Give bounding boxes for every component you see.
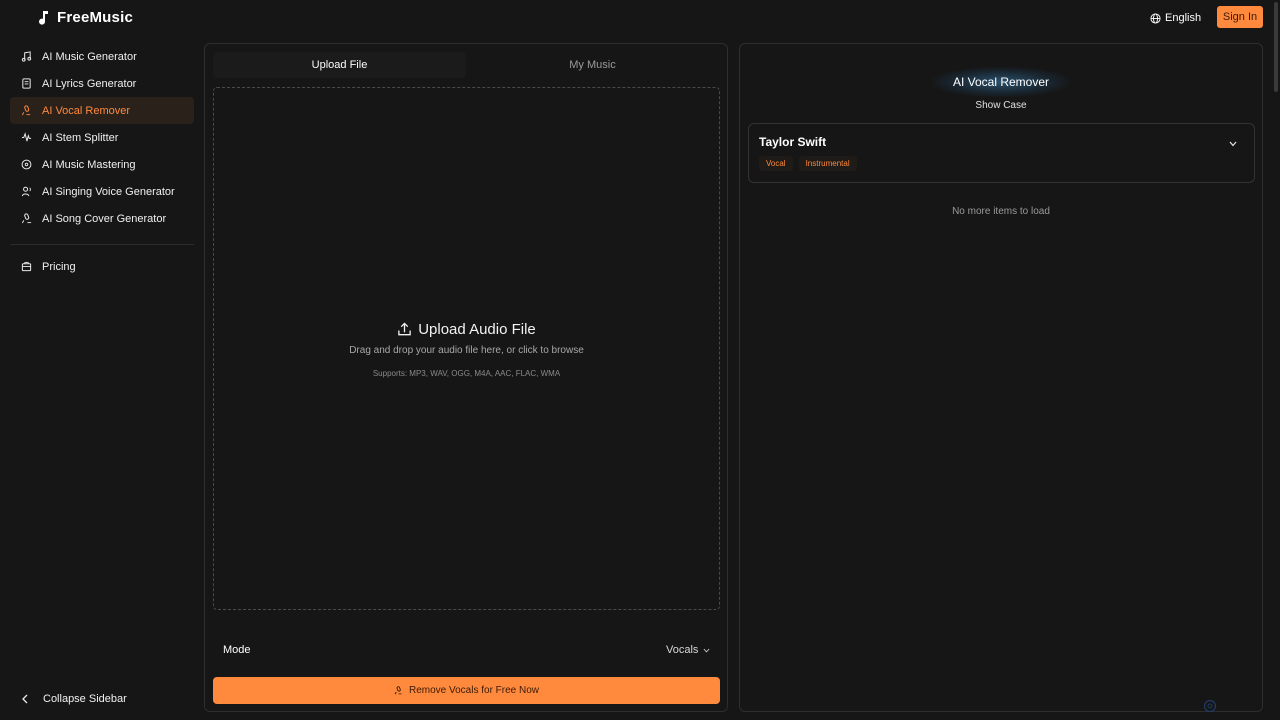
sidebar-item-label: AI Lyrics Generator xyxy=(42,77,137,90)
upload-panel: Upload File My Music Upload Audio File D… xyxy=(204,43,728,712)
sidebar-item-ai-stem-splitter[interactable]: AI Stem Splitter xyxy=(10,124,194,151)
music-note-icon xyxy=(39,10,48,25)
globe-icon xyxy=(1150,12,1161,24)
microphone-icon xyxy=(21,105,31,116)
price-tag-icon xyxy=(21,261,32,272)
brand-logo[interactable]: FreeMusic xyxy=(37,9,133,26)
chevron-down-icon xyxy=(703,648,710,652)
sidebar-item-label: Pricing xyxy=(42,260,76,273)
sidebar-item-label: AI Song Cover Generator xyxy=(42,212,167,225)
song-title: Taylor Swift xyxy=(759,135,827,149)
brand-name: FreeMusic xyxy=(57,9,133,26)
upload-icon xyxy=(398,322,411,336)
dropzone-title-text: Upload Audio File xyxy=(418,321,536,338)
sidebar-item-label: AI Music Mastering xyxy=(42,158,136,171)
page-scrollbar[interactable] xyxy=(1274,2,1278,92)
tag-instrumental[interactable]: Instrumental xyxy=(798,156,857,171)
sidebar-item-ai-song-cover-generator[interactable]: AI Song Cover Generator xyxy=(10,205,194,232)
showcase-panel: AI Vocal Remover Show Case Taylor Swift … xyxy=(739,43,1263,712)
dropzone-title: Upload Audio File xyxy=(214,321,719,338)
supported-formats: Supports: MP3, WAV, OGG, M4A, AAC, FLAC,… xyxy=(372,369,561,378)
no-more-items-text: No more items to load xyxy=(952,206,1050,217)
song-tags: Vocal Instrumental xyxy=(759,156,857,171)
tag-vocal[interactable]: Vocal xyxy=(759,156,793,171)
collapse-sidebar-label: Collapse Sidebar xyxy=(43,693,127,705)
music-note-icon xyxy=(21,51,32,62)
sidebar-item-label: AI Vocal Remover xyxy=(42,104,131,117)
sign-in-button[interactable]: Sign In xyxy=(1217,6,1263,28)
showcase-subtitle: Show Case xyxy=(975,100,1027,111)
sidebar-item-ai-music-generator[interactable]: AI Music Generator xyxy=(10,43,194,70)
showcase-title: AI Vocal Remover xyxy=(952,75,1050,89)
sidebar-item-label: AI Stem Splitter xyxy=(42,131,119,144)
chevron-left-icon xyxy=(22,694,28,704)
sidebar-item-ai-singing-voice-generator[interactable]: AI Singing Voice Generator xyxy=(10,178,194,205)
showcase-heading: AI Vocal Remover xyxy=(740,67,1262,97)
sidebar-item-ai-music-mastering[interactable]: AI Music Mastering xyxy=(10,151,194,178)
mode-select[interactable]: Vocals xyxy=(666,642,710,658)
tab-my-music[interactable]: My Music xyxy=(466,52,719,78)
help-icon[interactable] xyxy=(1203,699,1217,713)
sidebar-divider xyxy=(10,244,194,245)
microphone-pen-icon xyxy=(21,213,32,224)
sidebar-item-pricing[interactable]: Pricing xyxy=(10,253,194,280)
sidebar-item-ai-vocal-remover[interactable]: AI Vocal Remover xyxy=(10,97,194,124)
chevron-down-icon[interactable] xyxy=(1229,141,1237,147)
language-selector[interactable]: English xyxy=(1150,10,1201,26)
tab-upload-file[interactable]: Upload File xyxy=(213,52,466,78)
remove-vocals-button[interactable]: Remove Vocals for Free Now xyxy=(213,677,720,704)
microphone-icon xyxy=(394,686,402,695)
upload-tabs: Upload File My Music xyxy=(213,52,719,78)
sidebar-item-ai-lyrics-generator[interactable]: AI Lyrics Generator xyxy=(10,70,194,97)
showcase-song-card[interactable]: Taylor Swift Vocal Instrumental xyxy=(748,123,1255,183)
mode-label: Mode xyxy=(223,644,251,656)
showcase-title-badge: AI Vocal Remover xyxy=(932,67,1070,97)
dropzone-subtitle: Drag and drop your audio file here, or c… xyxy=(349,345,584,356)
collapse-sidebar-button[interactable]: Collapse Sidebar xyxy=(21,690,127,708)
sidebar-item-label: AI Singing Voice Generator xyxy=(42,185,175,198)
audio-dropzone[interactable]: Upload Audio File Drag and drop your aud… xyxy=(213,87,720,610)
waveform-icon xyxy=(21,132,32,142)
document-icon xyxy=(22,78,31,89)
singer-icon xyxy=(21,186,31,197)
sidebar-item-label: AI Music Generator xyxy=(42,50,137,63)
sidebar: AI Music Generator AI Lyrics Generator A… xyxy=(10,43,194,280)
language-label: English xyxy=(1165,12,1202,24)
mode-value: Vocals xyxy=(666,644,699,656)
disc-icon xyxy=(21,159,32,170)
remove-vocals-label: Remove Vocals for Free Now xyxy=(408,685,540,696)
